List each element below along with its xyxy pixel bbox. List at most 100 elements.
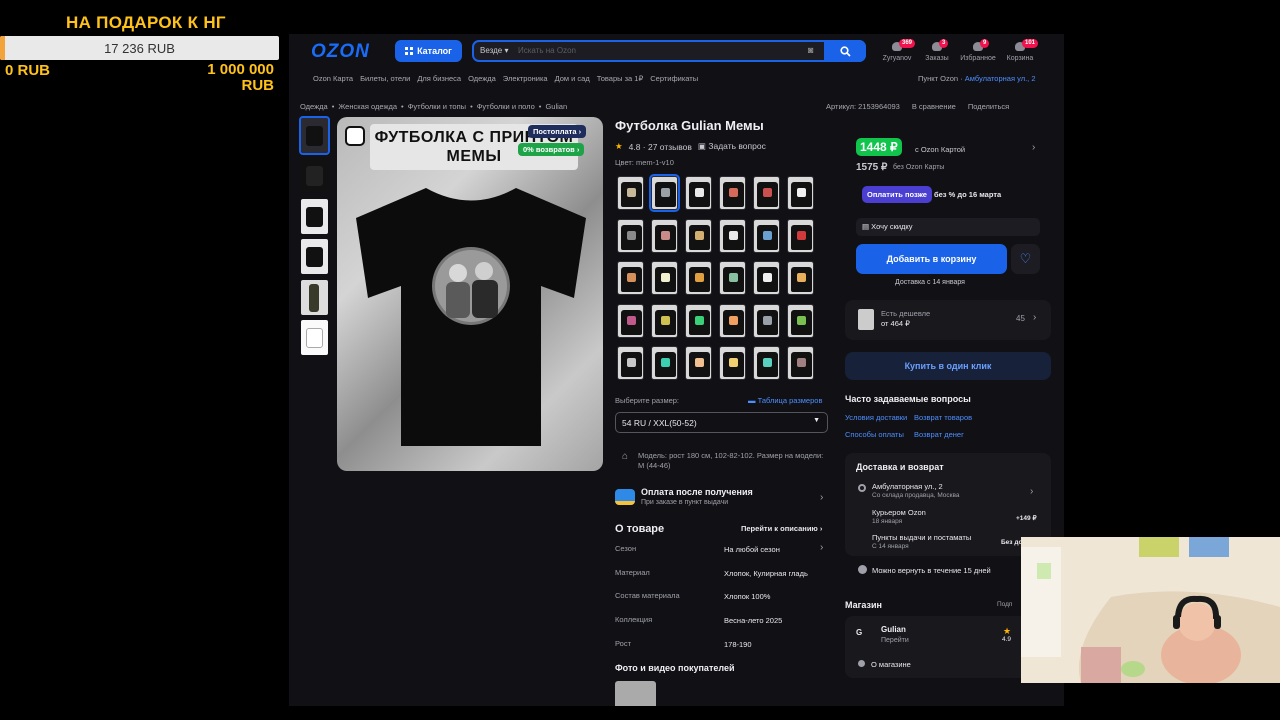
shop-go-link[interactable]: Перейти xyxy=(881,637,909,644)
gallery-thumbnail[interactable] xyxy=(301,199,328,234)
article-number[interactable]: Артикул: 2153964093 xyxy=(826,102,900,111)
favorites-button[interactable]: 9 Избранное xyxy=(958,39,998,62)
cheaper-offers[interactable]: Есть дешевле от 464 ₽ 45 › xyxy=(845,300,1051,340)
cart-button[interactable]: 101 Корзина xyxy=(1000,39,1040,62)
subnav-clothes[interactable]: Одежда xyxy=(468,74,496,83)
go-to-description-link[interactable]: Перейти к описанию › xyxy=(741,524,822,533)
breadcrumb-item[interactable]: Gulian xyxy=(545,102,567,111)
chevron-right-icon[interactable]: › xyxy=(1032,142,1035,153)
pickup-point[interactable]: Пункт Ozon · Амбулаторная ул., 2 xyxy=(918,74,1036,83)
profile-badge: 369 xyxy=(899,39,916,48)
pickup-address[interactable]: Амбулаторная ул., 2 xyxy=(965,74,1036,83)
gallery-thumbnail[interactable] xyxy=(299,116,330,155)
spec-value[interactable]: На любой сезон xyxy=(724,545,780,554)
subnav-tickets[interactable]: Билеты, отели xyxy=(360,74,410,83)
pay-later-button[interactable]: Оплатить позже xyxy=(862,186,932,203)
faq-link[interactable]: Способы оплаты xyxy=(845,430,904,439)
faq-link[interactable]: Условия доставки xyxy=(845,413,907,422)
delivery-address[interactable]: Амбулаторная ул., 2 xyxy=(872,482,943,491)
subnav-one-ruble[interactable]: Товары за 1₽ xyxy=(597,74,644,83)
subnav-business[interactable]: Для бизнеса xyxy=(417,74,461,83)
pay-after-receipt[interactable]: Оплата после получения При заказе в пунк… xyxy=(615,486,828,512)
color-swatch[interactable] xyxy=(685,218,712,253)
gallery-thumbnail[interactable] xyxy=(301,239,328,274)
gallery-thumbnail[interactable] xyxy=(301,280,328,315)
favorites-label: Избранное xyxy=(960,55,996,62)
rating-row: ★ 4.8 · 27 отзывов ▣ Задать вопрос xyxy=(615,141,766,152)
color-swatch[interactable] xyxy=(719,261,746,295)
shop-name[interactable]: Gulian xyxy=(881,625,906,634)
profile-label: Zyryanov xyxy=(882,55,912,62)
breadcrumb-item[interactable]: Женская одежда xyxy=(338,102,397,111)
faq-link[interactable]: Возврат товаров xyxy=(914,413,972,422)
color-swatch[interactable] xyxy=(753,218,780,253)
info-icon xyxy=(858,660,865,667)
subnav-home-garden[interactable]: Дом и сад xyxy=(555,74,590,83)
color-swatch[interactable] xyxy=(617,303,644,338)
color-swatch[interactable] xyxy=(651,346,678,380)
want-discount-button[interactable]: ▤ Хочу скидку xyxy=(856,218,1040,236)
color-swatch[interactable] xyxy=(753,261,780,295)
buy-one-click-button[interactable]: Купить в один клик xyxy=(845,352,1051,380)
size-table-link[interactable]: ▬ Таблица размеров xyxy=(748,396,822,405)
color-swatch[interactable] xyxy=(685,261,712,295)
color-swatch[interactable] xyxy=(649,174,680,212)
search-input[interactable]: Искать на Ozon xyxy=(518,46,576,55)
color-swatch[interactable] xyxy=(787,303,814,338)
add-to-cart-button[interactable]: Добавить в корзину xyxy=(856,244,1007,274)
color-swatch[interactable] xyxy=(651,261,678,295)
color-swatch[interactable] xyxy=(617,176,644,210)
pickup-points-option[interactable]: Пункты выдачи и постаматы xyxy=(872,533,971,542)
color-swatch[interactable] xyxy=(787,261,814,295)
subnav-electronics[interactable]: Электроника xyxy=(503,74,548,83)
ozon-logo[interactable]: OZON xyxy=(311,41,370,63)
color-swatch[interactable] xyxy=(787,346,814,380)
color-swatch[interactable] xyxy=(787,218,814,253)
compare-link[interactable]: В сравнение xyxy=(912,102,956,111)
shop-avatar[interactable]: G xyxy=(856,628,872,642)
gallery-thumbnail[interactable] xyxy=(301,320,328,355)
gallery-thumbnail[interactable] xyxy=(301,158,328,193)
rating-reviews[interactable]: 4.8 · 27 отзывов xyxy=(629,142,692,152)
share-link[interactable]: Поделиться xyxy=(968,102,1009,111)
faq-link[interactable]: Возврат денег xyxy=(914,430,964,439)
color-swatch[interactable] xyxy=(651,303,678,338)
chevron-right-icon[interactable]: › xyxy=(1030,486,1033,497)
return-policy[interactable]: Можно вернуть в течение 15 дней xyxy=(872,566,991,575)
heart-icon[interactable]: ♡ xyxy=(1011,244,1040,274)
color-swatch[interactable] xyxy=(753,346,780,380)
camera-icon[interactable]: ◙ xyxy=(808,45,813,55)
ask-question-link[interactable]: ▣ Задать вопрос xyxy=(698,141,766,152)
color-swatch[interactable] xyxy=(685,176,712,210)
zoom-icon[interactable] xyxy=(345,126,365,146)
profile-button[interactable]: 369 Zyryanov xyxy=(877,39,917,62)
search-scope-select[interactable]: Везде ▾ xyxy=(480,46,508,55)
orders-button[interactable]: 3 Заказы xyxy=(917,39,957,62)
subnav-ozon-card[interactable]: Ozon Карта xyxy=(313,74,353,83)
about-shop-link[interactable]: О магазине xyxy=(871,660,911,669)
breadcrumb-item[interactable]: Футболки и поло xyxy=(477,102,535,111)
catalog-button[interactable]: Каталог xyxy=(395,40,462,62)
color-swatch[interactable] xyxy=(787,176,814,210)
color-swatch[interactable] xyxy=(617,261,644,295)
color-swatch[interactable] xyxy=(685,303,712,338)
color-swatch[interactable] xyxy=(719,218,746,253)
search-bar[interactable]: Везде ▾ Искать на Ozon ◙ xyxy=(472,40,866,62)
color-swatch[interactable] xyxy=(753,176,780,210)
breadcrumb-item[interactable]: Футболки и топы xyxy=(408,102,466,111)
color-swatch[interactable] xyxy=(753,303,780,338)
color-swatch[interactable] xyxy=(651,218,678,253)
color-swatch[interactable] xyxy=(719,176,746,210)
customer-photo[interactable] xyxy=(615,681,656,709)
courier-option[interactable]: Курьером Ozon xyxy=(872,508,926,517)
color-swatch[interactable] xyxy=(617,346,644,380)
color-swatch[interactable] xyxy=(719,303,746,338)
size-select[interactable]: 54 RU / XXL(50-52) ▼ xyxy=(615,412,828,433)
color-swatch[interactable] xyxy=(617,218,644,253)
breadcrumb-item[interactable]: Одежда xyxy=(300,102,328,111)
shop-subscribe[interactable]: Подп xyxy=(997,601,1012,608)
subnav-certificates[interactable]: Сертификаты xyxy=(650,74,698,83)
search-button[interactable] xyxy=(824,40,866,62)
color-swatch[interactable] xyxy=(719,346,746,380)
color-swatch[interactable] xyxy=(685,346,712,380)
